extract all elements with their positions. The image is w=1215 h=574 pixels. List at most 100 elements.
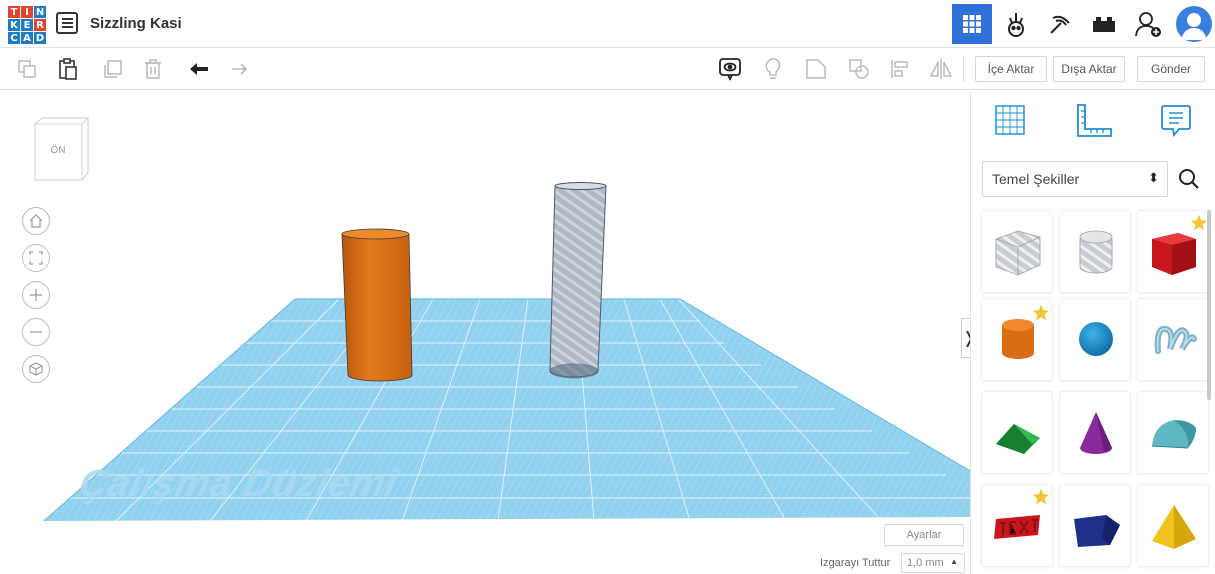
cube-icon (29, 362, 43, 376)
copy-button[interactable] (14, 56, 40, 82)
logo-letter: I (21, 6, 33, 18)
shape-tile-scribble[interactable] (1137, 298, 1209, 381)
fit-view-button[interactable] (22, 244, 50, 272)
sort-arrows-icon: ⬍ (1148, 170, 1159, 185)
notes-icon (1161, 105, 1191, 138)
logo-letter: T (8, 6, 20, 18)
workplane-grid-icon (995, 105, 1025, 135)
home-view-button[interactable] (22, 207, 50, 235)
ungroup-icon (849, 59, 869, 79)
grid-view-icon (963, 15, 981, 33)
polygon-icon (1074, 515, 1120, 547)
snap-grid-value: 1,0 mm (907, 557, 944, 569)
scribble-icon (1154, 325, 1197, 354)
paste-icon (59, 58, 77, 80)
box-hole-icon (995, 230, 1041, 276)
toolbar-divider (963, 56, 964, 82)
workplane-tool-button[interactable] (993, 103, 1029, 139)
delete-button[interactable] (140, 56, 166, 82)
pyramid-icon (1152, 505, 1196, 549)
snap-grid-select[interactable]: 1,0 mm ▲ (901, 553, 965, 573)
cylinder-hole-icon (1079, 230, 1113, 274)
top-bar: T I N K E R C A D Sizzling Kasi (0, 0, 1215, 48)
shape-tile-pyramid[interactable] (1137, 484, 1209, 567)
search-icon (1179, 169, 1199, 189)
bricks-icon (1093, 17, 1115, 32)
send-to-button[interactable]: Gönder (1137, 56, 1205, 82)
sphere-icon (1079, 322, 1113, 356)
design-title[interactable]: Sizzling Kasi (90, 15, 182, 32)
zoom-out-button[interactable] (22, 318, 50, 346)
shape-tile-sphere[interactable] (1059, 298, 1131, 381)
notes-toggle-button[interactable] (717, 56, 743, 82)
settings-button[interactable]: Ayarlar (884, 524, 964, 546)
shape-tile-cylinder-hole[interactable] (1059, 210, 1131, 293)
export-button[interactable]: Dışa Aktar (1053, 56, 1125, 82)
group-icon (806, 59, 826, 79)
tinkercad-logo[interactable]: T I N K E R C A D (8, 6, 46, 44)
align-button[interactable] (887, 56, 913, 82)
redo-button[interactable] (227, 56, 253, 82)
mirror-button[interactable] (928, 56, 954, 82)
logo-letter: N (34, 6, 46, 18)
import-button[interactable]: İçe Aktar (975, 56, 1047, 82)
duplicate-button[interactable] (100, 56, 126, 82)
view-cube[interactable]: ÖN (34, 117, 90, 181)
shape-tile-text[interactable] (981, 484, 1053, 567)
round-roof-icon (1151, 420, 1196, 449)
notes-icon (719, 58, 741, 81)
light-bulb-icon (765, 58, 781, 79)
logo-letter: E (21, 19, 33, 31)
light-bulb-button[interactable] (760, 56, 786, 82)
invite-button[interactable] (1128, 4, 1168, 44)
logo-letter: K (8, 19, 20, 31)
pickaxe-icon (1050, 15, 1070, 34)
shape-tile-cone[interactable] (1059, 391, 1131, 474)
cone-icon (1080, 412, 1112, 454)
shape-tile-round-roof[interactable] (1137, 391, 1209, 474)
list-icon[interactable] (56, 12, 78, 34)
shapes-panel: Temel Şekiller ⬍ (970, 91, 1215, 574)
duplicate-icon (104, 60, 122, 78)
group-button[interactable] (803, 56, 829, 82)
robot-icon (1008, 13, 1024, 37)
paste-button[interactable] (55, 56, 81, 82)
circuits-button[interactable] (996, 4, 1036, 44)
logo-letter: D (34, 32, 46, 44)
hole-cylinder[interactable] (549, 182, 607, 379)
align-icon (891, 60, 908, 78)
shape-category-dropdown[interactable]: Temel Şekiller ⬍ (982, 161, 1168, 197)
ruler-tool-button[interactable] (1075, 103, 1112, 139)
shape-tile-box[interactable] (1137, 210, 1209, 293)
add-user-icon (1135, 12, 1161, 37)
zoom-in-button[interactable] (22, 281, 50, 309)
shape-tile-box-hole[interactable] (981, 210, 1053, 293)
shape-tile-polygon[interactable] (1059, 484, 1131, 567)
view-cube-label: ÖN (50, 145, 66, 156)
3d-viewport[interactable]: Çalışma Düzlemi ÖN Ayarlar Izgarayı Tutt… (0, 91, 970, 574)
orange-cylinder[interactable] (341, 228, 413, 382)
user-avatar[interactable] (1176, 6, 1212, 42)
panel-scrollbar[interactable] (1207, 210, 1211, 400)
minus-icon (30, 331, 42, 333)
mirror-icon (929, 59, 953, 79)
shape-search-button[interactable] (1171, 161, 1207, 197)
favorite-star-icon (1032, 488, 1050, 505)
shape-category-value: Temel Şekiller (992, 171, 1080, 187)
undo-button[interactable] (186, 56, 212, 82)
ruler-icon (1077, 104, 1112, 137)
delete-icon (145, 59, 161, 79)
home-icon (29, 214, 43, 228)
edit-toolbar: İçe Aktar Dışa Aktar Gönder (0, 48, 1215, 90)
codeblocks-button[interactable] (1040, 4, 1080, 44)
grid-view-button[interactable] (952, 4, 992, 44)
perspective-button[interactable] (22, 355, 50, 383)
notes-tool-button[interactable] (1159, 103, 1195, 139)
snap-grid-label: Izgarayı Tuttur (820, 557, 891, 569)
shape-tile-roof[interactable] (981, 391, 1053, 474)
ungroup-button[interactable] (846, 56, 872, 82)
lessons-button[interactable] (1084, 4, 1124, 44)
roof-icon (996, 424, 1040, 454)
redo-icon (232, 63, 248, 75)
shape-tile-cylinder[interactable] (981, 298, 1053, 381)
